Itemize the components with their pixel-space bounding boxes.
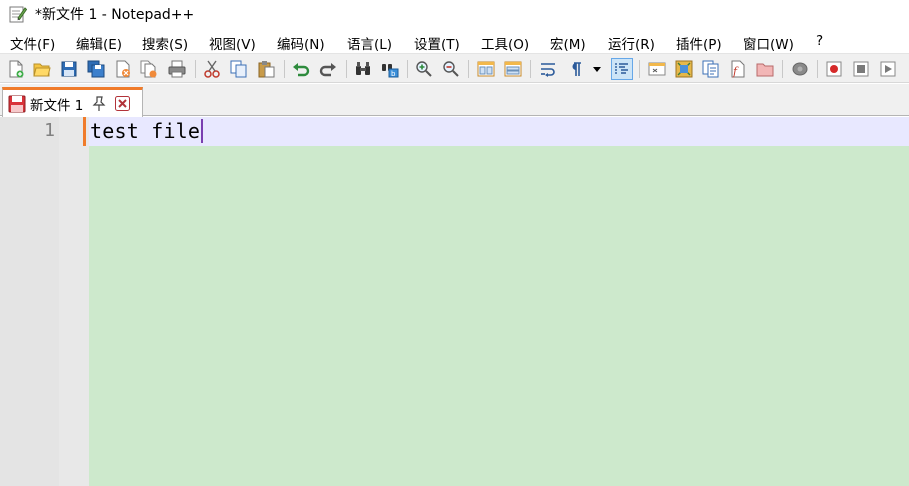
undo-icon[interactable] <box>290 58 312 80</box>
paste-icon[interactable] <box>255 58 277 80</box>
menu-settings[interactable]: 设置(T) <box>414 33 460 53</box>
open-file-icon[interactable] <box>31 58 53 80</box>
toolbar-separator <box>284 60 285 78</box>
toolbar-separator <box>639 60 640 78</box>
show-all-chars-icon[interactable] <box>564 58 586 80</box>
menu-bar: 文件(F) 编辑(E) 搜索(S) 视图(V) 编码(N) 语言(L) 设置(T… <box>0 30 909 53</box>
tab-label: 新文件 1 <box>30 97 84 114</box>
doc-list-icon[interactable] <box>700 58 722 80</box>
folder-workspace-icon[interactable] <box>754 58 776 80</box>
record-macro-icon[interactable] <box>823 58 845 80</box>
function-list-icon[interactable]: f <box>727 58 749 80</box>
print-icon[interactable] <box>166 58 188 80</box>
code-line-text: test file <box>90 119 201 143</box>
unsaved-file-icon <box>8 95 26 113</box>
zoom-in-icon[interactable] <box>413 58 435 80</box>
user-language-icon[interactable] <box>646 58 668 80</box>
menu-language[interactable]: 语言(L) <box>347 33 392 53</box>
sync-vertical-icon[interactable] <box>475 58 497 80</box>
menu-macro[interactable]: 宏(M) <box>550 33 586 53</box>
copy-icon[interactable] <box>228 58 250 80</box>
fold-margin[interactable] <box>59 117 89 486</box>
cut-icon[interactable] <box>201 58 223 80</box>
menu-file[interactable]: 文件(F) <box>10 33 55 53</box>
toolbar-separator <box>530 60 531 78</box>
line-number: 1 <box>44 120 55 141</box>
play-macro-icon[interactable] <box>877 58 899 80</box>
replace-icon[interactable]: b <box>379 58 401 80</box>
text-caret <box>201 119 203 143</box>
save-icon[interactable] <box>58 58 80 80</box>
save-all-icon[interactable] <box>85 58 107 80</box>
code-line[interactable]: test file <box>90 119 203 143</box>
find-icon[interactable] <box>352 58 374 80</box>
toolbar: b f <box>0 53 909 83</box>
notepad-app-icon <box>9 5 28 23</box>
window-title: *新文件 1 - Notepad++ <box>35 7 195 23</box>
editor-area[interactable]: 1 test file <box>0 117 909 486</box>
tab-new-file-1[interactable]: 新文件 1 <box>2 87 143 117</box>
change-history-marker <box>83 117 86 146</box>
doc-map-icon[interactable] <box>673 58 695 80</box>
toolbar-separator <box>817 60 818 78</box>
tab-bar: 新文件 1 <box>0 84 909 117</box>
menu-encoding[interactable]: 编码(N) <box>277 33 325 53</box>
current-line-highlight <box>89 117 909 146</box>
toolbar-separator <box>346 60 347 78</box>
menu-tools[interactable]: 工具(O) <box>481 33 529 53</box>
toolbar-separator <box>782 60 783 78</box>
svg-text:b: b <box>391 70 396 78</box>
menu-search[interactable]: 搜索(S) <box>142 33 188 53</box>
sync-horizontal-icon[interactable] <box>502 58 524 80</box>
menu-window[interactable]: 窗口(W) <box>743 33 794 53</box>
close-icon[interactable] <box>112 58 134 80</box>
menu-run[interactable]: 运行(R) <box>608 33 655 53</box>
word-wrap-icon[interactable] <box>537 58 559 80</box>
toolbar-separator <box>407 60 408 78</box>
new-file-icon[interactable] <box>5 58 27 80</box>
toolbar-separator <box>195 60 196 78</box>
line-number-gutter: 1 <box>0 117 59 486</box>
title-bar: *新文件 1 - Notepad++ <box>0 0 909 28</box>
stop-macro-icon[interactable] <box>850 58 872 80</box>
redo-icon[interactable] <box>317 58 339 80</box>
menu-view[interactable]: 视图(V) <box>209 33 256 53</box>
toolbar-separator <box>468 60 469 78</box>
close-all-icon[interactable] <box>138 58 160 80</box>
menu-plugins[interactable]: 插件(P) <box>676 33 722 53</box>
zoom-out-icon[interactable] <box>440 58 462 80</box>
menu-edit[interactable]: 编辑(E) <box>76 33 122 53</box>
indent-guide-icon[interactable] <box>611 58 633 80</box>
monitoring-icon[interactable] <box>789 58 811 80</box>
dropdown-arrow-icon[interactable] <box>589 58 605 80</box>
close-tab-icon[interactable] <box>115 96 131 111</box>
menu-help[interactable]: ? <box>816 33 823 49</box>
pin-icon[interactable] <box>92 95 106 112</box>
